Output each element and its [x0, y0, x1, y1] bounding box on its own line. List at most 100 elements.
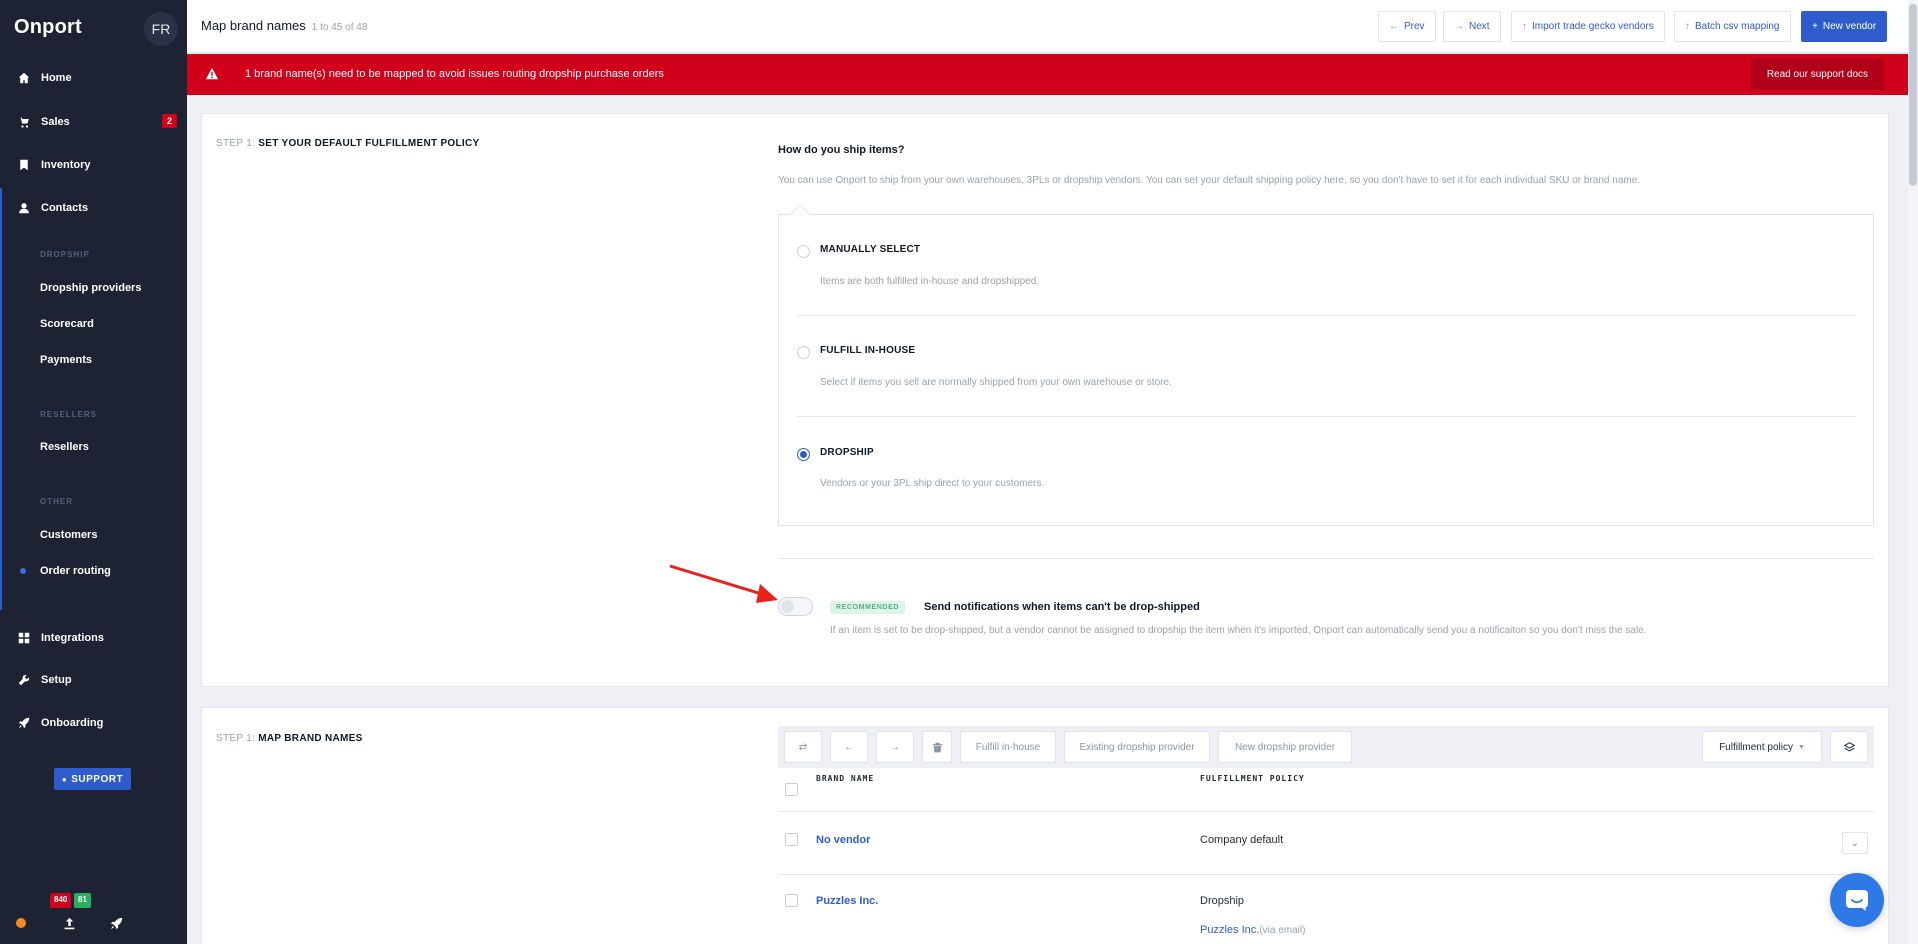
layers-icon[interactable]	[1830, 731, 1868, 763]
step-label: STEP 1: SET YOUR DEFAULT FULFILLMENT POL…	[216, 138, 480, 149]
sidebar-item-scorecard[interactable]: Scorecard	[40, 318, 94, 330]
vendor-name: Puzzles Inc.	[1200, 924, 1260, 936]
radio-manually-select[interactable]	[797, 245, 810, 258]
active-indicator	[20, 568, 26, 574]
radio-fulfill-in-house[interactable]	[797, 346, 810, 359]
trash-icon[interactable]	[922, 731, 952, 763]
arrow-left-icon[interactable]: ←	[830, 731, 868, 763]
notification-title: Send notifications when items can't be d…	[924, 601, 1200, 613]
step-prefix: STEP 1:	[216, 733, 256, 744]
alert-banner: 1 brand name(s) need to be mapped to avo…	[187, 54, 1908, 95]
status-dot[interactable]	[16, 918, 26, 928]
prev-button[interactable]: ← Prev	[1378, 11, 1436, 42]
avatar[interactable]: FR	[144, 12, 178, 46]
support-docs-button[interactable]: Read our support docs	[1750, 59, 1884, 90]
sales-count-badge: 2	[161, 114, 177, 128]
step-title: SET YOUR DEFAULT FULFILLMENT POLICY	[258, 138, 480, 149]
question-title: How do you ship items?	[778, 144, 905, 156]
brand-logo[interactable]: Onport	[14, 16, 82, 39]
page-title-text: Map brand names	[201, 18, 306, 33]
new-vendor-label: New vendor	[1822, 21, 1877, 32]
success-count-badge[interactable]: 81	[74, 893, 91, 908]
chat-icon	[1846, 890, 1868, 911]
chat-launcher[interactable]	[1830, 873, 1884, 927]
import-vendors-button[interactable]: ↑ Import trade gecko vendors	[1511, 11, 1665, 42]
row-checkbox[interactable]	[785, 894, 798, 907]
arrow-right-icon[interactable]: →	[876, 731, 914, 763]
next-button[interactable]: → Next	[1443, 11, 1501, 42]
nav-sales[interactable]: Sales 2	[0, 107, 187, 137]
chevron-down-icon[interactable]: ⌄	[1842, 832, 1868, 854]
group-heading-dropship: DROPSHIP	[40, 250, 90, 259]
grid-icon	[17, 631, 31, 645]
plus-icon: +	[1812, 21, 1818, 32]
column-header-policy[interactable]: FULFILLMENT POLICY	[1200, 774, 1305, 783]
sidebar-item-resellers[interactable]: Resellers	[40, 441, 89, 453]
option-description: Vendors or your 3PL ship direct to your …	[820, 478, 1045, 489]
import-label: Import trade gecko vendors	[1532, 21, 1654, 32]
divider	[797, 416, 1855, 417]
wrench-icon	[17, 673, 31, 687]
option-description: Items are both fulfilled in-house and dr…	[820, 276, 1040, 287]
notification-toggle[interactable]	[778, 597, 813, 616]
step-title: MAP BRAND NAMES	[258, 733, 363, 744]
policy-options: MANUALLY SELECT Items are both fulfilled…	[778, 204, 1874, 526]
fulfill-in-house-button[interactable]: Fulfill in-house	[960, 731, 1056, 763]
vendor-link[interactable]: Puzzles Inc.(via email)	[1200, 924, 1305, 936]
sidebar-item-dropship-providers[interactable]: Dropship providers	[40, 282, 141, 294]
new-vendor-button[interactable]: + New vendor	[1801, 11, 1888, 42]
layers-glyph	[1843, 741, 1855, 752]
support-button[interactable]: ● SUPPORT	[54, 768, 131, 790]
scrollbar-thumb[interactable]	[1909, 4, 1917, 186]
column-header-brand[interactable]: BRAND NAME	[816, 774, 874, 783]
nav-inventory-label: Inventory	[41, 159, 91, 171]
trash-glyph	[932, 742, 942, 752]
brand-name-link[interactable]: Puzzles Inc.	[816, 895, 878, 907]
existing-provider-button[interactable]: Existing dropship provider	[1064, 731, 1210, 763]
user-icon	[17, 201, 31, 215]
arrow-right-icon: →	[1454, 21, 1464, 32]
row-checkbox[interactable]	[785, 833, 798, 846]
home-icon	[17, 71, 31, 85]
vendor-note: (via email)	[1259, 925, 1306, 936]
page-count: 1 to 45 of 48	[311, 22, 368, 33]
arrow-left-icon: ←	[1389, 21, 1399, 32]
nav-inventory[interactable]: Inventory	[0, 150, 187, 180]
rocket-footer-icon[interactable]	[108, 915, 124, 931]
option-title: DROPSHIP	[820, 447, 874, 458]
step-prefix: STEP 1:	[216, 138, 256, 149]
fulfillment-policy-filter[interactable]: Fulfillment policy ▼	[1702, 731, 1822, 763]
nav-home-label: Home	[41, 72, 72, 84]
help-icon: ●	[61, 774, 68, 784]
batch-label: Batch csv mapping	[1695, 21, 1780, 32]
question-description: You can use Onport to ship from your own…	[778, 175, 1641, 186]
divider	[778, 558, 1874, 559]
select-all-checkbox[interactable]	[785, 783, 798, 796]
group-heading-resellers: RESELLERS	[40, 410, 98, 419]
sidebar: Onport FR Home Sales 2 Inventory Contact…	[0, 0, 187, 944]
new-provider-button[interactable]: New dropship provider	[1218, 731, 1352, 763]
nav-integrations[interactable]: Integrations	[0, 623, 187, 653]
batch-csv-button[interactable]: ↑ Batch csv mapping	[1674, 11, 1791, 42]
sidebar-item-customers[interactable]: Customers	[40, 529, 97, 541]
sidebar-item-order-routing[interactable]: Order routing	[40, 565, 111, 577]
upload-icon: ↑	[1685, 21, 1690, 32]
nav-integrations-label: Integrations	[41, 632, 104, 644]
nav-setup[interactable]: Setup	[0, 665, 187, 695]
sidebar-item-payments[interactable]: Payments	[40, 354, 92, 366]
nav-home[interactable]: Home	[0, 63, 187, 93]
alert-message: 1 brand name(s) need to be mapped to avo…	[245, 68, 664, 80]
radio-dropship[interactable]	[797, 448, 810, 461]
nav-contacts[interactable]: Contacts	[0, 193, 187, 223]
divider	[778, 874, 1874, 875]
top-bar: Map brand names 1 to 45 of 48 ← Prev → Next…	[187, 0, 1918, 53]
upload-icon: ↑	[1522, 21, 1527, 32]
policy-value: Dropship	[1200, 895, 1245, 907]
error-count-badge[interactable]: 840	[50, 893, 72, 908]
nav-onboarding[interactable]: Onboarding	[0, 708, 187, 738]
upload-icon[interactable]	[61, 915, 77, 931]
map-brand-names-card: STEP 1: MAP BRAND NAMES ⇄ ← → Fulfill in…	[201, 707, 1889, 944]
brand-name-link[interactable]: No vendor	[816, 834, 870, 846]
refresh-icon[interactable]: ⇄	[784, 731, 822, 763]
step-label: STEP 1: MAP BRAND NAMES	[216, 733, 363, 744]
